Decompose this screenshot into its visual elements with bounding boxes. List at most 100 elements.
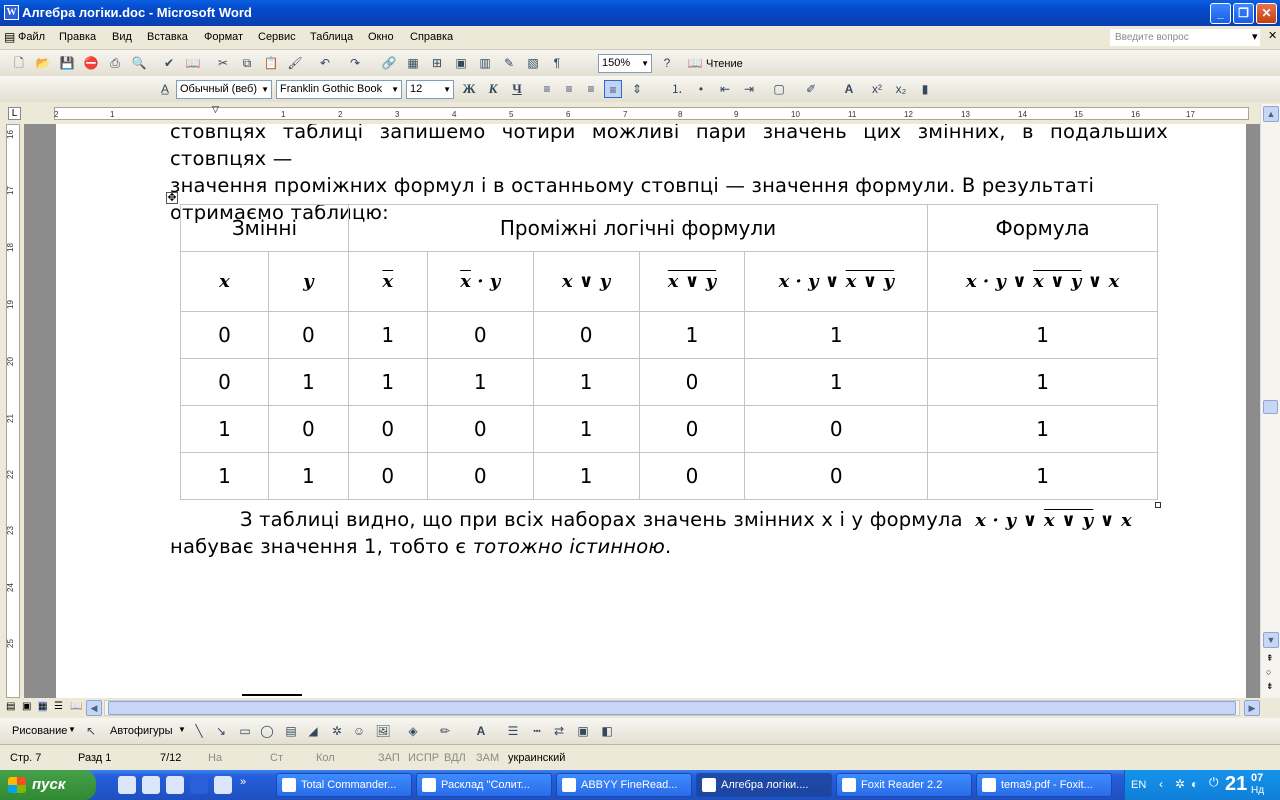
bold-button[interactable]: Ж (460, 80, 478, 98)
outline-view-icon[interactable]: ☰ (54, 701, 63, 712)
tray-app-icon[interactable]: ⏻ (1209, 775, 1219, 790)
menu-file[interactable]: Файл (18, 31, 45, 43)
open-icon[interactable]: 📂 (34, 54, 52, 72)
maximize-button[interactable]: ❐ (1233, 3, 1254, 24)
autoshapes-button[interactable]: Автофигуры (110, 725, 173, 737)
normal-view-icon[interactable]: ▤ (6, 701, 15, 712)
drawing-dropdown-icon[interactable]: ▼ (68, 725, 76, 734)
document-page[interactable]: стовпцях таблиці запишемо чотири можливі… (56, 124, 1246, 698)
task-button[interactable]: ABBYY FineRead... (556, 773, 692, 797)
menu-view[interactable]: Вид (112, 31, 132, 43)
superscript-icon[interactable]: x² (868, 80, 886, 98)
quicklaunch-more-icon[interactable]: » (240, 776, 246, 788)
ask-dropdown-icon[interactable]: ▾ (1252, 30, 1258, 43)
scroll-down-icon[interactable]: ▼ (1263, 632, 1279, 648)
undo-icon[interactable]: ↶ (316, 54, 334, 72)
paste-icon[interactable]: 📋 (262, 54, 280, 72)
cut-icon[interactable]: ✂ (214, 54, 232, 72)
print-icon[interactable]: ⎙ (106, 54, 124, 72)
language-indicator[interactable]: EN (1131, 779, 1146, 791)
drawing-menu-button[interactable]: Рисование (12, 725, 67, 737)
start-button[interactable]: пуск (0, 770, 96, 800)
close-button[interactable]: ✕ (1256, 3, 1277, 24)
document-map-icon[interactable]: ▧ (524, 54, 542, 72)
line-style-icon[interactable]: ☰ (504, 722, 522, 740)
status-language[interactable]: украинский (508, 752, 565, 764)
indent-marker-icon[interactable]: ▽ (212, 104, 219, 115)
quicklaunch-app-icon[interactable] (214, 776, 232, 794)
tray-network-icon[interactable]: ✲ (1175, 777, 1185, 791)
arrow-tool-icon[interactable]: ↘ (212, 722, 230, 740)
draw-font-color-icon[interactable]: A (472, 722, 490, 740)
tray-back-icon[interactable]: ‹ (1159, 777, 1163, 791)
word-app-icon[interactable]: W (4, 5, 19, 20)
print-preview-icon[interactable]: 🔍 (130, 54, 148, 72)
menu-window[interactable]: Окно (368, 31, 394, 43)
numbering-icon[interactable]: ⒈ (668, 80, 686, 98)
menu-tools[interactable]: Сервис (258, 31, 296, 43)
spelling-icon[interactable]: ✔ (160, 54, 178, 72)
scroll-left-icon[interactable]: ◀ (86, 700, 102, 716)
style-select[interactable]: Обычный (веб) ▼ (176, 80, 272, 99)
align-center-icon[interactable]: ≡ (560, 80, 578, 98)
next-page-icon[interactable]: ⇟ (1266, 681, 1274, 692)
status-extend[interactable]: ВДЛ (444, 752, 466, 764)
vertical-scrollbar[interactable]: ▲ ▼ ⇞ ○ ⇟ (1260, 104, 1280, 698)
underline-button[interactable]: Ч (508, 80, 526, 98)
font-select[interactable]: Franklin Gothic Book ▼ (276, 80, 402, 99)
align-left-icon[interactable]: ≡ (538, 80, 556, 98)
menu-format[interactable]: Формат (204, 31, 243, 43)
tables-borders-icon[interactable]: ▦ (404, 54, 422, 72)
clock-hours[interactable]: 21 (1225, 773, 1247, 796)
select-objects-icon[interactable]: ↖ (82, 722, 100, 740)
clipart-icon[interactable]: ☺ (350, 722, 368, 740)
format-painter-icon[interactable]: 🖌 (286, 54, 304, 72)
show-formatting-icon[interactable]: ¶ (548, 54, 566, 72)
reading-view-icon[interactable]: 📖 (70, 701, 82, 712)
prev-page-icon[interactable]: ⇞ (1266, 653, 1274, 664)
quicklaunch-app-icon[interactable] (142, 776, 160, 794)
show-desktop-icon[interactable] (118, 776, 136, 794)
quicklaunch-word-icon[interactable] (190, 776, 208, 794)
bullets-icon[interactable]: • (692, 80, 710, 98)
select-browse-object-icon[interactable]: ○ (1266, 667, 1271, 677)
drawing-icon[interactable]: ✎ (500, 54, 518, 72)
task-button[interactable]: tema9.pdf - Foxit... (976, 773, 1112, 797)
task-button[interactable]: Foxit Reader 2.2 (836, 773, 972, 797)
autoshapes-dropdown-icon[interactable]: ▼ (178, 725, 186, 734)
insert-picture-icon[interactable]: 🖼 (374, 722, 392, 740)
scroll-up-icon[interactable]: ▲ (1263, 106, 1279, 122)
justify-icon[interactable]: ≡ (604, 80, 622, 98)
quicklaunch-app-icon[interactable] (166, 776, 184, 794)
subscript-icon[interactable]: x₂ (892, 80, 910, 98)
status-track-changes[interactable]: ИСПР (408, 752, 439, 764)
new-doc-icon[interactable]: 🗋 (10, 54, 28, 72)
vertical-ruler[interactable]: 16 17 18 19 20 21 22 23 24 25 (0, 124, 24, 698)
diagram-icon[interactable]: ✲ (328, 722, 346, 740)
task-button[interactable]: Расклад "Солит... (416, 773, 552, 797)
horizontal-scrollbar[interactable]: ▤ ▣ ▦ ☰ 📖 ◀ ▶ (0, 698, 1280, 718)
line-spacing-icon[interactable]: ⇕ (628, 80, 646, 98)
research-icon[interactable]: 📖 (184, 54, 202, 72)
hyperlink-icon[interactable]: 🔗 (380, 54, 398, 72)
decrease-indent-icon[interactable]: ⇤ (716, 80, 734, 98)
redo-icon[interactable]: ↷ (346, 54, 364, 72)
tray-volume-icon[interactable]: ◐ (1191, 777, 1198, 791)
menu-table[interactable]: Таблица (310, 31, 353, 43)
menu-insert[interactable]: Вставка (147, 31, 188, 43)
textbox-tool-icon[interactable]: ▤ (282, 722, 300, 740)
task-button[interactable]: Алгебра логіки.... (696, 773, 832, 797)
3d-style-icon[interactable]: ◧ (598, 722, 616, 740)
horizontal-ruler[interactable]: L 2 1 1 2 3 4 5 6 7 8 9 10 11 12 13 14 1… (0, 104, 1280, 124)
hscroll-thumb[interactable] (108, 701, 1236, 715)
ask-question-input[interactable]: Введите вопрос (1110, 29, 1260, 46)
tab-selector-icon[interactable]: L (8, 107, 21, 120)
shadow-icon[interactable]: ▣ (574, 722, 592, 740)
web-view-icon[interactable]: ▣ (22, 701, 31, 712)
doc-menu-icon[interactable]: ▤ (4, 30, 15, 44)
save-icon[interactable]: 💾 (58, 54, 76, 72)
minimize-button[interactable]: _ (1210, 3, 1231, 24)
italic-button[interactable]: К (484, 80, 502, 98)
borders-icon[interactable]: ▢ (770, 80, 788, 98)
print-layout-icon[interactable]: ▦ (38, 701, 48, 712)
